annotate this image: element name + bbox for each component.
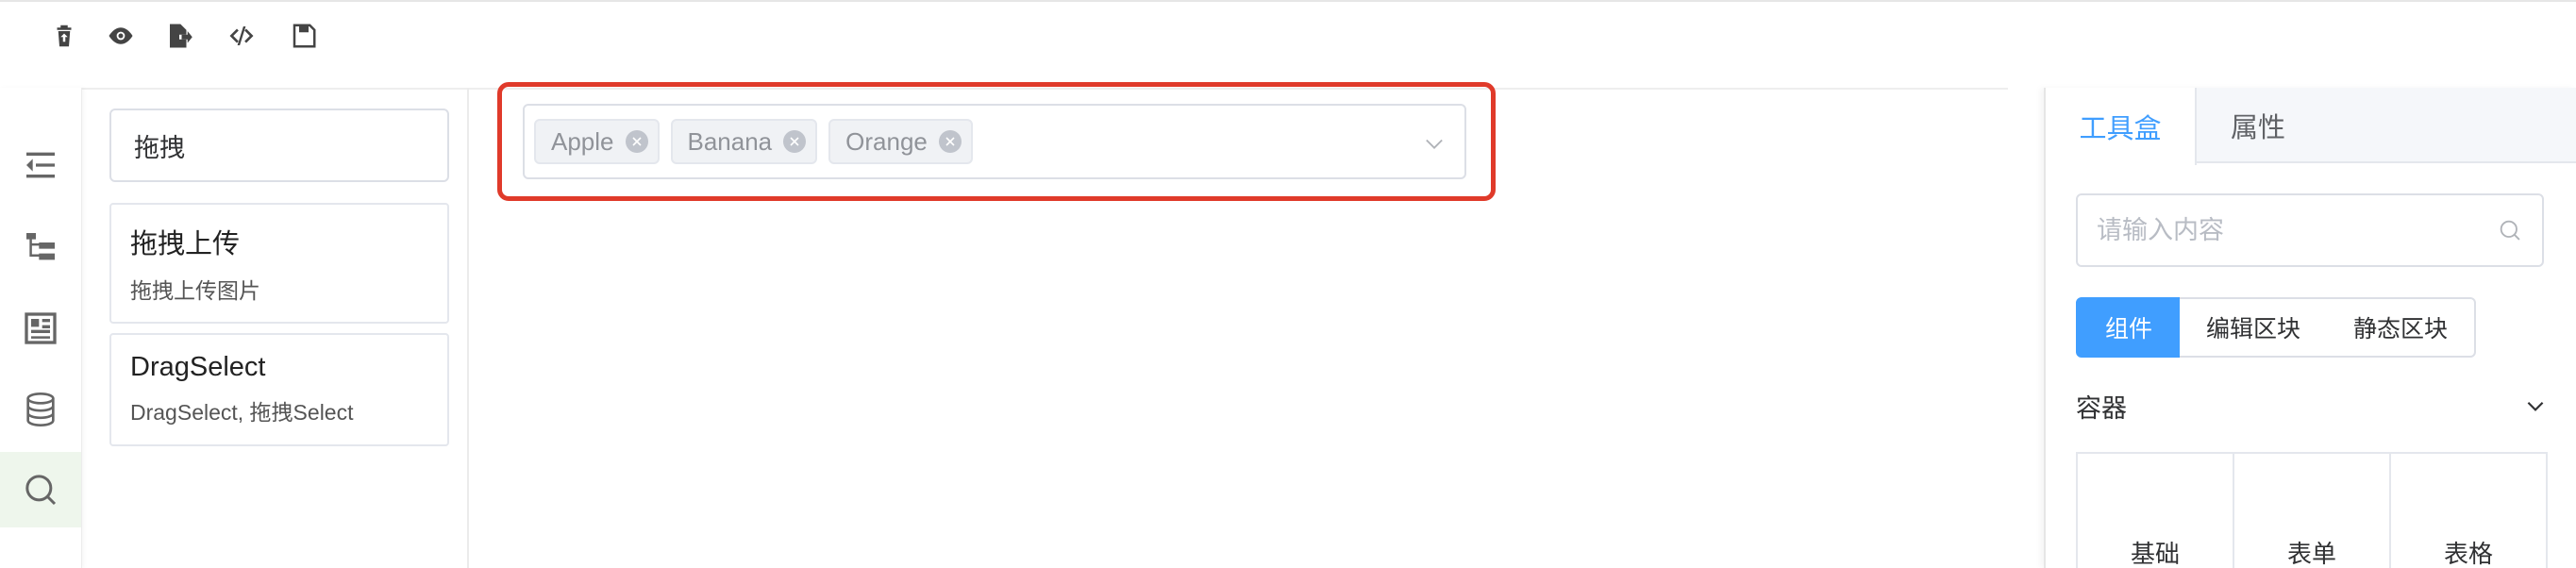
clear-icon[interactable] — [47, 19, 81, 53]
close-icon[interactable] — [783, 130, 807, 153]
close-icon[interactable] — [938, 130, 962, 153]
select-tag: Banana — [670, 119, 818, 164]
right-panel: 工具盒 属性 组件 编辑区块 静态区块 容器 基础 表单 表格 — [2044, 88, 2576, 568]
search-result-item[interactable]: 拖拽上传 拖拽上传图片 — [109, 203, 449, 324]
search-result-title: 拖拽上传 — [130, 229, 241, 259]
component-grid: 基础 表单 表格 — [2076, 452, 2548, 568]
chevron-down-icon[interactable] — [1421, 130, 1447, 157]
segment-edit-blocks[interactable]: 编辑区块 — [2180, 297, 2329, 358]
select-tag: Orange — [828, 119, 973, 164]
select-tag-label: Orange — [845, 126, 928, 156]
select-tag: Apple — [534, 119, 660, 164]
tree-icon[interactable] — [0, 209, 81, 285]
component-search-panel: 拖拽上传 拖拽上传图片 DragSelect DragSelect, 拖拽Sel… — [83, 88, 469, 568]
database-icon[interactable] — [0, 372, 81, 447]
panel-tabs: 工具盒 属性 — [2046, 88, 2576, 165]
design-canvas: Apple Banana Orange — [471, 82, 2043, 568]
component-search-field — [109, 109, 468, 182]
grid-item-table[interactable]: 表格 — [2391, 454, 2546, 568]
search-result-title: DragSelect — [130, 352, 266, 382]
collapse-title: 容器 — [2076, 393, 2127, 423]
search-icon[interactable] — [2497, 217, 2523, 243]
layout-icon[interactable] — [0, 291, 81, 366]
search-result-subtitle: DragSelect, 拖拽Select — [130, 400, 354, 425]
search-icon[interactable] — [0, 452, 81, 527]
select-tag-label: Apple — [551, 126, 614, 156]
segment-static-blocks[interactable]: 静态区块 — [2327, 297, 2476, 358]
toolbox-search-input[interactable] — [2097, 215, 2497, 245]
segment-components[interactable]: 组件 — [2076, 297, 2182, 358]
tab-properties[interactable]: 属性 — [2197, 88, 2319, 163]
multi-select[interactable]: Apple Banana Orange — [523, 104, 1466, 179]
outdent-icon[interactable] — [0, 127, 81, 203]
grid-item-basic[interactable]: 基础 — [2078, 454, 2234, 568]
save-icon[interactable] — [287, 19, 321, 53]
search-result-item[interactable]: DragSelect DragSelect, 拖拽Select — [109, 333, 449, 446]
left-icon-rail — [0, 88, 82, 568]
preview-icon[interactable] — [104, 19, 138, 53]
search-result-subtitle: 拖拽上传图片 — [130, 278, 260, 303]
top-toolbar — [0, 0, 2576, 90]
chevron-down-icon — [2527, 401, 2544, 411]
grid-item-form[interactable]: 表单 — [2234, 454, 2391, 568]
close-icon[interactable] — [625, 130, 648, 153]
tab-toolbox[interactable]: 工具盒 — [2046, 88, 2197, 165]
search-input[interactable] — [134, 130, 468, 160]
export-icon[interactable] — [162, 19, 196, 53]
toolbox-search-field — [2076, 193, 2544, 267]
collapse-container[interactable]: 容器 — [2076, 371, 2548, 441]
select-tag-label: Banana — [687, 126, 773, 156]
code-icon[interactable] — [225, 19, 259, 53]
